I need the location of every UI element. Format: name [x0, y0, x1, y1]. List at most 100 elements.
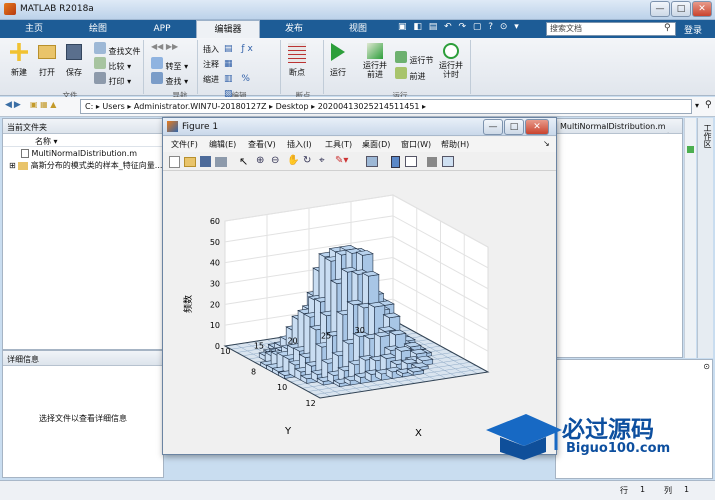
print-button[interactable]: 打印 ▾	[94, 72, 131, 87]
save-label: 保存	[66, 68, 82, 77]
search-icon[interactable]: ⚲	[705, 100, 712, 110]
watermark-logo: 必过源码 Biguo100.com	[484, 410, 684, 466]
pointer-icon[interactable]: ↖	[239, 155, 248, 168]
colorbar-icon[interactable]	[391, 156, 400, 168]
run-section-label: 运行节	[409, 56, 434, 65]
open-file-icon[interactable]	[184, 157, 196, 167]
insert-button[interactable]: 插入	[203, 44, 219, 55]
folder-nav-icons[interactable]: ▣ ▦ ▲	[30, 100, 76, 113]
editor-scrollbar[interactable]	[684, 118, 696, 358]
close-button[interactable]: ✕	[692, 1, 712, 17]
figure-window: Figure 1 — □ ✕ 文件(F) 编辑(E) 查看(V) 插入(I) 工…	[162, 117, 557, 455]
editor-tab[interactable]: MultiNormalDistribution.m ⊙ ▾	[556, 119, 682, 134]
print-figure-icon[interactable]	[215, 157, 227, 167]
matlab-logo-icon	[4, 3, 16, 15]
run-section-button[interactable]: 运行节	[395, 51, 434, 66]
y-tick-label: 15	[254, 342, 264, 351]
print-label: 打印	[108, 77, 125, 86]
menu-help[interactable]: 帮助(H)	[441, 139, 469, 150]
col-label: 列	[664, 486, 672, 495]
run-time-button[interactable]: 运行并 计时	[438, 43, 464, 79]
tab-view[interactable]: 视图	[328, 20, 388, 38]
edit-tools-icons[interactable]: ▤ ƒx ▦▥ % ▧▨ ▩ ▦	[224, 42, 269, 129]
figure-menubar: 文件(F) 编辑(E) 查看(V) 插入(I) 工具(T) 桌面(D) 窗口(W…	[163, 137, 556, 152]
tab-publish[interactable]: 发布	[264, 20, 324, 38]
login-link[interactable]: 登录	[684, 23, 702, 36]
link-plot-icon[interactable]	[366, 156, 378, 167]
breakpoints-button[interactable]: 断点	[288, 43, 306, 78]
tab-home[interactable]: 主页	[4, 20, 64, 38]
show-plot-tools-icon[interactable]	[442, 156, 454, 167]
new-button[interactable]: 新建	[10, 43, 28, 78]
goto-button[interactable]: 转至 ▾	[151, 57, 188, 72]
open-button[interactable]: 打开	[38, 43, 56, 78]
find-label: 查找	[165, 77, 182, 86]
menu-window[interactable]: 窗口(W)	[401, 139, 431, 150]
menu-edit[interactable]: 编辑(E)	[209, 139, 236, 150]
advance-label: 前进	[409, 72, 426, 81]
z-tick-label: 40	[210, 259, 220, 268]
quick-access-toolbar[interactable]: ▣ ◧ ▤ ↶ ↷ ▢ ? ⊙ ▾	[398, 22, 543, 36]
row-label: 行	[620, 486, 628, 495]
advance-icon	[395, 67, 407, 79]
pan-icon[interactable]: ✋	[287, 155, 299, 166]
x-tick-label: 12	[306, 399, 316, 408]
data-cursor-icon[interactable]: ⌖	[319, 155, 325, 166]
current-folder-panel: 当前文件夹 名称 ▾ MultiNormalDistribution.m ⊞ 高…	[2, 118, 164, 350]
compare-label: 比较	[108, 62, 125, 71]
advance-button[interactable]: 前进	[395, 67, 426, 82]
run-label: 运行	[330, 68, 346, 77]
find-button[interactable]: 查找 ▾	[151, 72, 188, 87]
comment-button[interactable]: 注释	[203, 59, 219, 70]
collapse-icon[interactable]: ⊙	[703, 362, 710, 371]
current-path-input[interactable]: C: ▸ Users ▸ Administrator.WIN7U-2018012…	[80, 99, 692, 114]
chevron-down-icon[interactable]: ▾	[695, 101, 699, 110]
figure-close-button[interactable]: ✕	[525, 119, 549, 135]
z-tick-label: 0	[215, 342, 220, 351]
name-column-header[interactable]: 名称 ▾	[3, 134, 163, 147]
compare-button[interactable]: 比较 ▾	[94, 57, 131, 72]
menu-view[interactable]: 查看(V)	[248, 139, 276, 150]
new-figure-icon[interactable]	[169, 156, 180, 168]
legend-icon[interactable]	[405, 156, 417, 167]
figure-maximize-button[interactable]: □	[504, 119, 524, 135]
nav-back-forward-icon[interactable]: ◀▶	[5, 100, 23, 110]
menu-desktop[interactable]: 桌面(D)	[362, 139, 390, 150]
list-item[interactable]: ⊞ 高斯分布的模式类的样本_特征向量...	[3, 158, 163, 171]
y-axis-label: Y	[284, 426, 292, 437]
tab-editor[interactable]: 编辑器	[196, 20, 260, 38]
maximize-button[interactable]: □	[671, 1, 691, 17]
search-icon[interactable]: ⚲	[664, 23, 671, 33]
find-files-button[interactable]: 查找文件	[94, 42, 141, 57]
indent-button[interactable]: 缩进	[203, 74, 219, 85]
run-section-icon	[395, 51, 407, 63]
save-button[interactable]: 保存	[66, 43, 82, 78]
list-item[interactable]: MultiNormalDistribution.m	[3, 147, 163, 158]
dock-icon[interactable]: ↘	[543, 139, 550, 148]
expand-icon[interactable]: ⊞	[9, 161, 16, 170]
toolstrip-tabs: 主页 绘图 APP 编辑器 发布 视图 ▣ ◧ ▤ ↶ ↷ ▢ ? ⊙ ▾ 搜索…	[0, 20, 715, 38]
minimize-button[interactable]: —	[650, 1, 670, 17]
brush-icon[interactable]: ✎▾	[335, 155, 348, 166]
menu-tools[interactable]: 工具(T)	[325, 139, 352, 150]
hide-plot-tools-icon[interactable]	[427, 157, 437, 167]
rotate-icon[interactable]: ↻	[303, 155, 311, 166]
menu-insert[interactable]: 插入(I)	[287, 139, 312, 150]
save-figure-icon[interactable]	[200, 156, 211, 167]
run-button[interactable]: 运行	[330, 43, 346, 78]
zoom-in-icon[interactable]: ⊕	[256, 155, 264, 166]
zoom-out-icon[interactable]: ⊖	[271, 155, 279, 166]
editor-menu-icon[interactable]: ⊙ ▾	[665, 131, 678, 133]
menu-file[interactable]: 文件(F)	[171, 139, 198, 150]
col-value: 1	[684, 485, 690, 494]
tab-plots[interactable]: 绘图	[68, 20, 128, 38]
breakpoints-label: 断点	[289, 68, 305, 77]
workspace-sidebar-tab[interactable]: 工作区	[697, 118, 713, 358]
printer-icon	[94, 72, 106, 84]
tab-apps[interactable]: APP	[132, 20, 192, 38]
figure-minimize-button[interactable]: —	[483, 119, 503, 135]
run-advance-button[interactable]: 运行并 前进	[362, 43, 388, 79]
search-input[interactable]: 搜索文档	[546, 22, 676, 36]
find-files-label: 查找文件	[108, 47, 141, 56]
nav-arrows[interactable]: ◀◀ ▶▶	[151, 42, 178, 51]
